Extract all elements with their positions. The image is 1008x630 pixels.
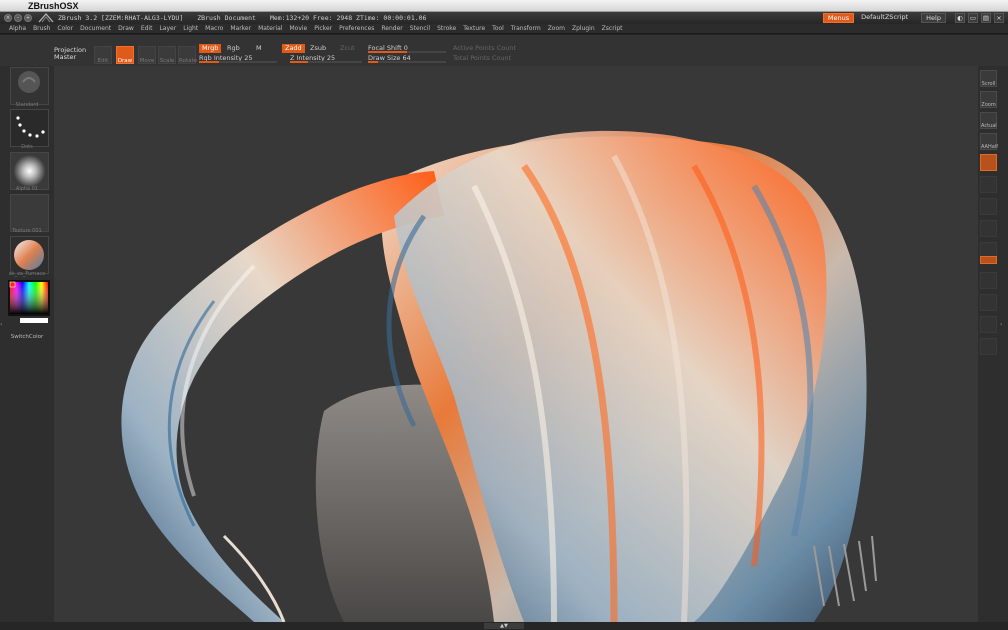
texture-selector[interactable] <box>10 194 49 232</box>
zbrush-logo-icon <box>38 13 54 23</box>
menu-light[interactable]: Light <box>183 25 198 32</box>
help-button[interactable]: Help <box>921 13 946 23</box>
move-button[interactable]: Move <box>138 46 156 64</box>
menu-document[interactable]: Document <box>80 25 111 32</box>
bottom-tray-grip-icon[interactable]: ▲▼ <box>484 623 524 629</box>
menu-transform[interactable]: Transform <box>511 25 541 32</box>
active-points-count: Active Points Count <box>453 44 517 52</box>
brush-label: Standard <box>15 102 39 108</box>
menu-zplugin[interactable]: Zplugin <box>572 25 595 32</box>
zsub-toggle[interactable]: Zsub <box>307 44 329 53</box>
m-toggle[interactable]: M <box>253 44 265 53</box>
menu-tool[interactable]: Tool <box>492 25 504 32</box>
rgb-intensity-slider[interactable]: Rgb Intensity 25 <box>199 54 277 63</box>
dots-stroke-icon <box>16 116 45 138</box>
menu-zscript[interactable]: Zscript <box>602 25 623 32</box>
bottom-tray: ▲▼ <box>0 622 1008 630</box>
app-name[interactable]: ZBrushOSX <box>28 1 79 11</box>
menus-button[interactable]: Menus <box>822 13 855 23</box>
texture-label: Texture 001 <box>12 228 42 234</box>
transp-toggle[interactable] <box>980 256 997 264</box>
menu-macro[interactable]: Macro <box>205 25 223 32</box>
menu-marker[interactable]: Marker <box>230 25 251 32</box>
default-zscript-button[interactable]: DefaultZScript <box>857 13 912 23</box>
left-tray: Standard Dots Alpha 01 Texture 001 ak_za… <box>0 66 54 622</box>
menu-color[interactable]: Color <box>57 25 73 32</box>
close-icon[interactable]: × <box>4 14 12 22</box>
menu-alpha[interactable]: Alpha <box>9 25 26 32</box>
projection-master-button[interactable]: Projection Master <box>54 47 90 67</box>
menu-movie[interactable]: Movie <box>289 25 307 32</box>
local-toggle[interactable] <box>980 198 997 215</box>
switch-color-label[interactable]: SwitchColor <box>0 334 54 340</box>
menu-render[interactable]: Render <box>381 25 402 32</box>
move-view-button[interactable] <box>980 272 997 289</box>
persp-toggle[interactable] <box>980 154 997 171</box>
rotate-button[interactable]: Rotate <box>178 46 197 64</box>
right-tray: Scroll Zoom Actual AAHalf › <box>978 66 1008 622</box>
menu-stencil[interactable]: Stencil <box>410 25 430 32</box>
total-points-count: Total Points Count <box>453 54 512 62</box>
hide-icon[interactable]: ▭ <box>968 13 978 23</box>
tray-collapse-icon[interactable]: ‹ <box>0 321 6 333</box>
menu-draw[interactable]: Draw <box>118 25 134 32</box>
draw-button[interactable]: Draw <box>116 46 134 64</box>
layout-icon[interactable]: ▤ <box>981 13 991 23</box>
menu-edit[interactable]: Edit <box>141 25 153 32</box>
zoom-button[interactable]: Zoom <box>980 91 997 108</box>
menu-brush[interactable]: Brush <box>33 25 50 32</box>
system-menubar: ZBrushOSX <box>0 0 1008 12</box>
floor-toggle[interactable] <box>980 176 997 193</box>
rotate-view-button[interactable] <box>980 316 997 333</box>
zoom-window-icon[interactable]: + <box>24 14 32 22</box>
document-canvas[interactable] <box>54 66 978 622</box>
right-tray-collapse-icon[interactable]: › <box>1000 321 1002 328</box>
material-sphere-icon <box>14 240 44 270</box>
alpha-label: Alpha 01 <box>15 186 39 192</box>
menu-stroke[interactable]: Stroke <box>437 25 456 32</box>
stroke-label: Dots <box>21 144 33 150</box>
edit-button[interactable]: Edit <box>94 46 112 64</box>
memory-stats: Mem:132+20 Free: 2948 ZTime: 00:00:01.06 <box>269 14 427 22</box>
minimize-icon[interactable]: – <box>14 14 22 22</box>
aahalf-button[interactable]: AAHalf <box>980 133 998 150</box>
zcut-toggle[interactable]: Zcut <box>337 44 358 53</box>
stroke-selector[interactable] <box>10 109 49 147</box>
menu-picker[interactable]: Picker <box>314 25 332 32</box>
scale-button[interactable]: Scale <box>158 46 176 64</box>
menu-layer[interactable]: Layer <box>159 25 176 32</box>
z-intensity-slider[interactable]: Z Intensity 25 <box>290 54 362 63</box>
alpha-selector[interactable] <box>10 152 49 190</box>
scale-view-button[interactable] <box>980 294 997 311</box>
menu-texture[interactable]: Texture <box>463 25 485 32</box>
title-bar: × – + ZBrush 3.2 [ZZEM:RHAT-ALG3-LYDU] Z… <box>0 12 1008 24</box>
close-window-icon[interactable]: × <box>994 13 1004 23</box>
material-selector[interactable] <box>10 236 49 274</box>
zadd-toggle[interactable]: Zadd <box>282 44 305 53</box>
color-picker[interactable] <box>8 280 50 324</box>
material-label: ak_za_Furnace <box>8 271 46 277</box>
menu-preferences[interactable]: Preferences <box>339 25 374 32</box>
palette-icon[interactable]: ◐ <box>955 13 965 23</box>
scroll-button[interactable]: Scroll <box>980 70 997 87</box>
polyf-toggle[interactable] <box>980 338 997 355</box>
mrgb-toggle[interactable]: Mrgb <box>199 44 222 53</box>
main-menu: Alpha Brush Color Document Draw Edit Layer Ligh… <box>0 24 1008 34</box>
top-shelf: Projection Master Edit Draw Move Scale R… <box>0 35 1008 66</box>
rgb-toggle[interactable]: Rgb <box>224 44 243 53</box>
xyz-toggle[interactable] <box>980 220 997 237</box>
menu-material[interactable]: Material <box>258 25 282 32</box>
standard-brush-icon <box>18 71 40 93</box>
sculpt-model[interactable] <box>54 66 978 622</box>
actual-button[interactable]: Actual <box>980 112 997 129</box>
menu-zoom[interactable]: Zoom <box>548 25 565 32</box>
document-name: ZBrush Document <box>197 14 256 22</box>
focal-shift-slider[interactable]: Focal Shift 0 <box>368 44 446 53</box>
brush-selector[interactable] <box>10 67 49 105</box>
window-title: ZBrush 3.2 [ZZEM:RHAT-ALG3-LYDU] <box>58 14 184 22</box>
window-controls: × – + <box>4 14 32 22</box>
draw-size-slider[interactable]: Draw Size 64 <box>368 54 446 63</box>
